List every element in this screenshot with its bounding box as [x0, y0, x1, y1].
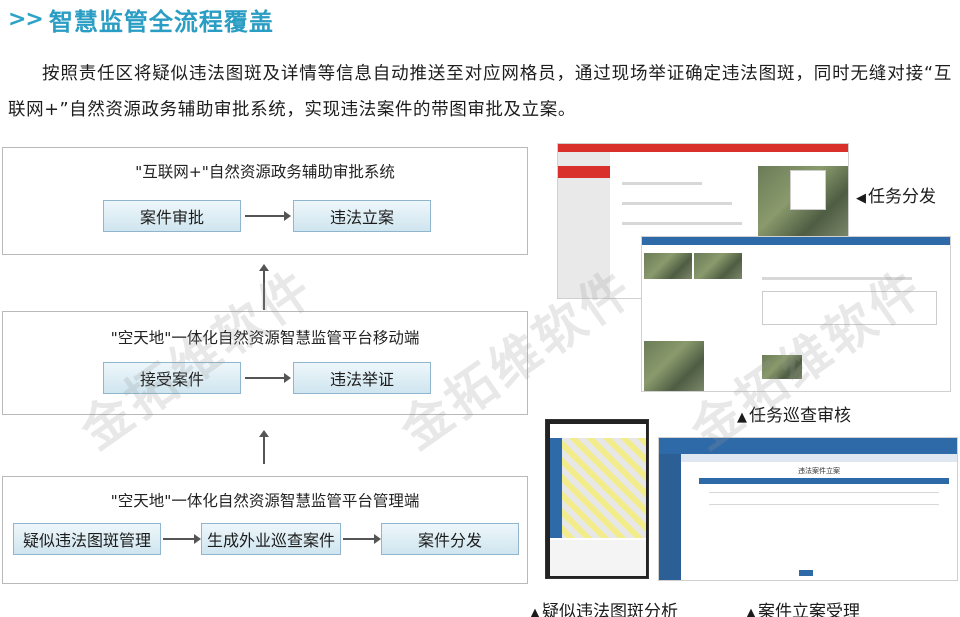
box-generate-patrol-case: 生成外业巡查案件: [201, 523, 341, 555]
caption-suspected-analysis: ▲ 疑似违法图斑分析: [530, 597, 678, 617]
section-title: 智慧监管全流程覆盖: [48, 7, 274, 36]
section-header: >> 智慧监管全流程覆盖: [8, 4, 274, 36]
panel-title: "空天地"一体化自然资源智慧监管平台管理端: [110, 492, 420, 510]
screenshot-suspected-analysis: [545, 419, 649, 579]
caption-text: 任务分发: [868, 187, 936, 207]
panel-approval-system: "互联网+"自然资源政务辅助审批系统 案件审批 违法立案: [2, 147, 528, 255]
photo-thumbnail: [644, 253, 692, 279]
chevron-right-icon: >>: [8, 6, 44, 32]
caption-task-dispatch: ◀ 任务分发: [856, 182, 936, 207]
arrow-right-icon: [163, 534, 201, 544]
box-illegal-evidence: 违法举证: [293, 362, 431, 394]
form-title: 违法案件立案: [798, 467, 840, 475]
form-field: [622, 202, 732, 205]
panel-management-platform: "空天地"一体化自然资源智慧监管平台管理端 疑似违法图斑管理 生成外业巡查案件 …: [2, 476, 528, 584]
form-field: [622, 182, 702, 185]
satellite-map-image: [644, 341, 704, 391]
box-illegal-filing: 违法立案: [293, 200, 431, 232]
caption-text: 疑似违法图斑分析: [542, 602, 678, 617]
app-header: [659, 438, 957, 454]
triangle-left-icon: ◀: [856, 191, 866, 206]
caption-task-patrol: ▲ 任务巡查审核: [737, 401, 851, 426]
caption-text: 任务巡查审核: [749, 406, 851, 426]
dropdown-menu: [790, 170, 826, 210]
form-field: [709, 492, 939, 493]
panel-title: "空天地"一体化自然资源智慧监管平台移动端: [110, 329, 420, 347]
submit-button: [799, 570, 813, 576]
tab-bar: [681, 454, 957, 462]
caption-case-filing: ▲ 案件立案受理: [746, 597, 860, 617]
box-case-dispatch: 案件分发: [381, 523, 519, 555]
case-list: [550, 540, 646, 576]
panel-title: "互联网+"自然资源政务辅助审批系统: [135, 163, 395, 181]
map-view: [550, 438, 646, 538]
sidebar-nav: [659, 454, 681, 580]
photo-thumbnail: [762, 355, 802, 379]
triangle-up-icon: ▲: [530, 606, 540, 617]
form-section-header: [699, 478, 949, 484]
caption-text: 案件立案受理: [758, 602, 860, 617]
layer-panel: [550, 438, 562, 538]
photo-thumbnail: [694, 253, 742, 279]
list-item-selected: [558, 166, 610, 178]
arrow-up-icon: [259, 430, 269, 464]
triangle-up-icon: ▲: [737, 410, 747, 425]
screenshot-task-patrol: [641, 236, 951, 392]
intro-paragraph: 按照责任区将疑似违法图斑及详情等信息自动推送至对应网格员，通过现场举证确定违法图…: [8, 64, 952, 120]
arrow-right-icon: [245, 211, 291, 221]
box-accept-case: 接受案件: [103, 362, 241, 394]
app-header: [642, 237, 950, 245]
app-header: [558, 144, 848, 152]
textarea-field: [762, 291, 937, 325]
form-field: [622, 222, 742, 225]
screenshot-case-filing: 违法案件立案: [658, 437, 958, 581]
form-field: [709, 504, 939, 505]
form-field: [762, 277, 912, 280]
arrow-right-icon: [245, 373, 291, 383]
triangle-up-icon: ▲: [746, 606, 756, 617]
box-suspected-patch-management: 疑似违法图斑管理: [13, 523, 161, 555]
panel-mobile-platform: "空天地"一体化自然资源智慧监管平台移动端 接受案件 违法举证: [2, 311, 528, 415]
box-case-approval: 案件审批: [103, 200, 241, 232]
arrow-up-icon: [259, 264, 269, 310]
arrow-right-icon: [343, 534, 381, 544]
